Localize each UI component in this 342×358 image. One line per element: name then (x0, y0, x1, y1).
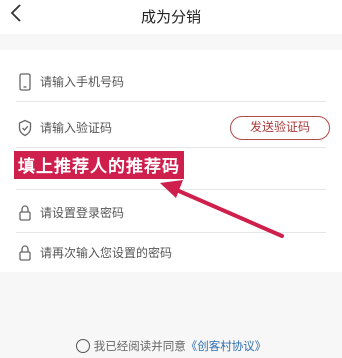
password-input[interactable] (40, 203, 220, 223)
divider (16, 101, 326, 102)
header-bar: 成为分销 (0, 0, 342, 34)
agreement-link[interactable]: 《创客村协议》 (186, 339, 267, 353)
verification-code-input[interactable] (40, 118, 220, 138)
annotation-label: 填上推荐人的推荐码 (14, 151, 184, 179)
divider (16, 189, 326, 190)
code-row: 发送验证码 (0, 108, 342, 148)
lock-icon (19, 245, 31, 261)
phone-row (0, 62, 342, 102)
agreement-row: 我已经阅读并同意《创客村协议》 (0, 338, 342, 358)
shield-check-icon (18, 119, 32, 137)
divider (16, 147, 326, 148)
agreement-text: 我已经阅读并同意 (93, 339, 186, 353)
phone-input[interactable] (40, 72, 220, 92)
phone-icon (19, 73, 31, 91)
agreement-checkbox[interactable] (75, 339, 90, 353)
confirm-password-input[interactable] (40, 243, 220, 263)
password-row (0, 193, 342, 233)
confirm-password-row (0, 233, 342, 273)
send-code-button[interactable]: 发送验证码 (230, 116, 330, 140)
page-title: 成为分销 (140, 8, 201, 26)
lock-icon (19, 205, 31, 221)
